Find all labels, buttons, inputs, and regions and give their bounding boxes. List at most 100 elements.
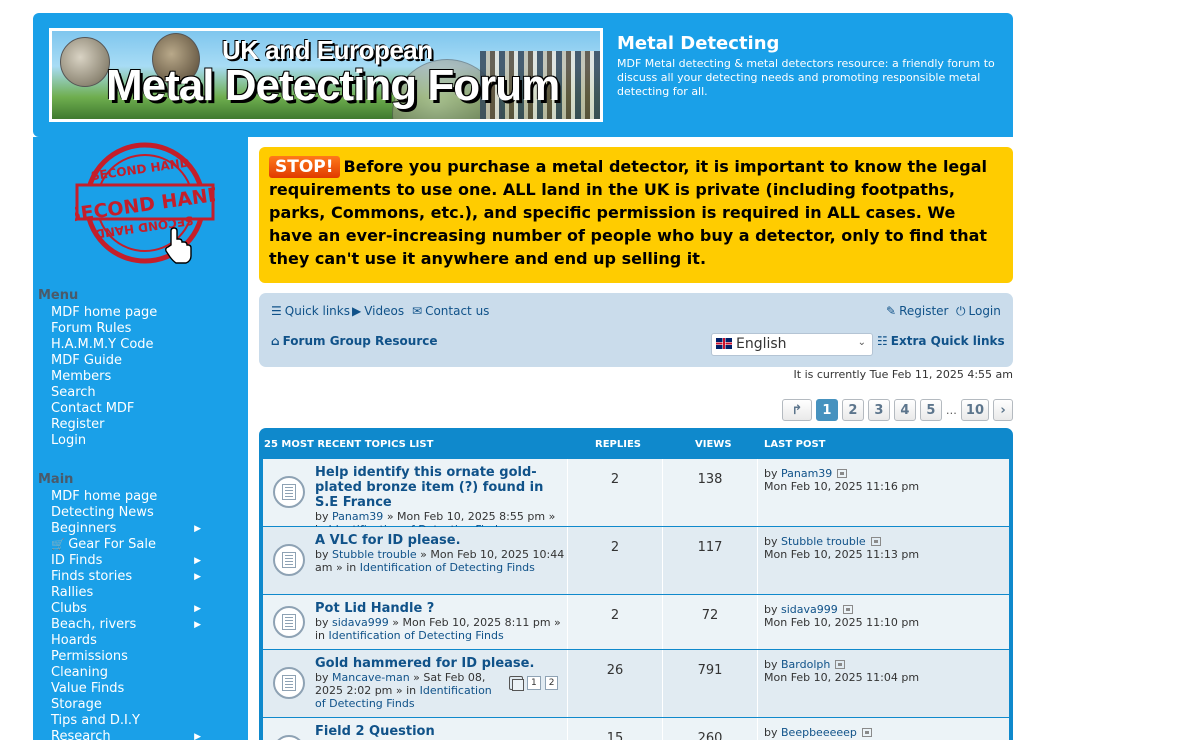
submenu-arrow-icon: ▶	[194, 604, 201, 614]
menu-item[interactable]: MDF Guide	[51, 353, 211, 369]
topic-author-link[interactable]: sidava999	[332, 616, 389, 629]
menu-item[interactable]: Login	[51, 433, 211, 449]
videos-link[interactable]: ▶ Videos	[352, 304, 404, 318]
topic-title-link[interactable]: Pot Lid Handle ?	[315, 601, 565, 616]
register-link[interactable]: ✎ Register	[886, 304, 948, 318]
main-menu-list: MDF home page Detecting News Beginners ▶ 🛒 G…	[51, 489, 211, 740]
extra-quick-links-label: Extra Quick links	[890, 334, 1005, 348]
main-menu-item[interactable]: ID Finds ▶	[51, 553, 211, 569]
topic-author-link[interactable]: Stubble trouble	[332, 548, 417, 561]
go-to-last-post-icon[interactable]	[837, 469, 848, 478]
topic-replies: 2	[568, 595, 663, 649]
page-button-4[interactable]: 4	[893, 399, 916, 421]
extra-quick-links[interactable]: ☷ Extra Quick links	[877, 334, 1005, 348]
menu-item[interactable]: H.A.M.M.Y Code	[51, 337, 211, 353]
main-menu-item[interactable]: Value Finds	[51, 681, 211, 697]
by-label: by	[315, 616, 329, 629]
main-menu-item[interactable]: Rallies	[51, 585, 211, 601]
main-menu-item-label: Beach, rivers	[51, 617, 137, 632]
topic-author-link[interactable]: Panam39	[332, 510, 383, 523]
menu-item[interactable]: Forum Rules	[51, 321, 211, 337]
last-post-author-link[interactable]: Stubble trouble	[781, 535, 866, 548]
menu-item[interactable]: MDF home page	[51, 305, 211, 321]
main-menu-item[interactable]: Research ▶	[51, 729, 211, 740]
site-description: MDF Metal detecting & metal detectors re…	[617, 57, 995, 98]
topic-title-link[interactable]: Field 2 Question	[315, 724, 565, 739]
main-menu-item[interactable]: Finds stories ▶	[51, 569, 211, 585]
topic-author-link[interactable]: Mancave-man	[332, 671, 410, 684]
go-to-last-post-icon[interactable]	[861, 728, 872, 737]
topic-replies: 15	[568, 718, 663, 740]
topic-row: Help identify this ornate gold-plated br…	[263, 459, 1009, 536]
main-menu-item[interactable]: MDF home page	[51, 489, 211, 505]
topic-replies: 2	[568, 459, 663, 526]
main-menu-item[interactable]: Beginners ▶	[51, 521, 211, 537]
last-post-date: Mon Feb 10, 2025 11:16 pm	[764, 480, 920, 493]
cart-icon: 🛒	[51, 538, 69, 551]
current-time: It is currently Tue Feb 11, 2025 4:55 am	[793, 368, 1013, 381]
main-menu-item[interactable]: Detecting News	[51, 505, 211, 521]
share-arrow-icon: ↱	[791, 402, 803, 418]
login-link[interactable]: ⏻ Login	[956, 304, 1001, 319]
site-banner[interactable]: UK and European Metal Detecting Forum	[49, 28, 603, 122]
main-menu-item[interactable]: Cleaning	[51, 665, 211, 681]
quick-links-menu[interactable]: ☰ Quick links	[271, 304, 350, 318]
topic-date: » Mon Feb 10, 2025 8:11 pm	[392, 616, 551, 629]
page-button-3[interactable]: 3	[867, 399, 890, 421]
forum-group-link[interactable]: ⌂ Forum Group Resource	[271, 334, 438, 348]
main-menu-item[interactable]: Beach, rivers ▶	[51, 617, 211, 633]
topic-views: 72	[663, 595, 758, 649]
main-menu-item[interactable]: Storage	[51, 697, 211, 713]
stop-badge: STOP!	[269, 156, 340, 178]
menu-item[interactable]: Contact MDF	[51, 401, 211, 417]
jump-to-page-button[interactable]: ↱	[781, 399, 812, 421]
last-post-author-link[interactable]: Bardolph	[781, 658, 830, 671]
language-select[interactable]: English ⌄	[711, 333, 873, 356]
menu-item[interactable]: Members	[51, 369, 211, 385]
login-label: Login	[968, 304, 1001, 318]
topic-title-link[interactable]: Help identify this ornate gold-plated br…	[315, 465, 565, 510]
topic-forum-link[interactable]: Identification of Detecting Finds	[360, 561, 535, 574]
second-hand-stamp[interactable]: SECOND HAND SECOND HAND SECOND HAND	[75, 141, 215, 271]
last-post-author-link[interactable]: Panam39	[781, 467, 832, 480]
last-post-author-link[interactable]: Beepbeeeeep	[781, 726, 857, 739]
page-button-last[interactable]: 10	[960, 399, 989, 421]
page-button-1[interactable]: 1	[815, 399, 838, 421]
next-page-button[interactable]: ›	[993, 399, 1013, 421]
go-to-last-post-icon[interactable]	[870, 537, 881, 546]
main-menu-item[interactable]: 🛒 Gear For Sale	[51, 537, 211, 553]
topic-replies: 26	[568, 650, 663, 717]
go-to-last-post-icon[interactable]	[835, 660, 846, 669]
submenu-arrow-icon: ▶	[194, 732, 201, 740]
topics-header-title: 25 MOST RECENT TOPICS LIST	[264, 439, 434, 450]
main-heading: Main	[38, 472, 74, 487]
quick-links-label: Quick links	[284, 304, 350, 318]
topic-title-link[interactable]: A VLC for ID please.	[315, 533, 565, 548]
last-post-date: Mon Feb 10, 2025 11:04 pm	[764, 671, 920, 684]
main-menu-item-label: MDF home page	[51, 489, 158, 504]
menu-item[interactable]: Register	[51, 417, 211, 433]
main-menu-item[interactable]: Tips and D.I.Y	[51, 713, 211, 729]
main-menu-item[interactable]: Clubs ▶	[51, 601, 211, 617]
last-post-author-link[interactable]: sidava999	[781, 603, 838, 616]
page-button-5[interactable]: 5	[919, 399, 942, 421]
submenu-arrow-icon: ▶	[194, 620, 201, 630]
topic-title-link[interactable]: Gold hammered for ID please.	[315, 656, 534, 671]
topic-title-cell: Gold hammered for ID please. by Mancave-…	[263, 650, 568, 717]
submenu-arrow-icon: ▶	[194, 524, 201, 534]
chevron-down-icon: ⌄	[857, 337, 866, 348]
go-to-last-post-icon[interactable]	[842, 605, 853, 614]
menu-item[interactable]: Search	[51, 385, 211, 401]
topic-page-2[interactable]: 2	[544, 676, 559, 690]
topic-forum-link[interactable]: Identification of Detecting Finds	[329, 629, 504, 642]
site-title[interactable]: Metal Detecting	[617, 33, 1007, 54]
main-menu-item[interactable]: Permissions	[51, 649, 211, 665]
main-menu-item-label: Detecting News	[51, 505, 154, 520]
main-menu-item-label: Cleaning	[51, 665, 108, 680]
main-menu-item[interactable]: Hoards	[51, 633, 211, 649]
page-buttons: 12345	[815, 399, 942, 421]
contact-us-link[interactable]: ✉ Contact us	[412, 304, 489, 318]
envelope-icon: ✉	[412, 304, 423, 318]
page-button-2[interactable]: 2	[841, 399, 864, 421]
topic-page-1[interactable]: 1	[527, 676, 541, 690]
